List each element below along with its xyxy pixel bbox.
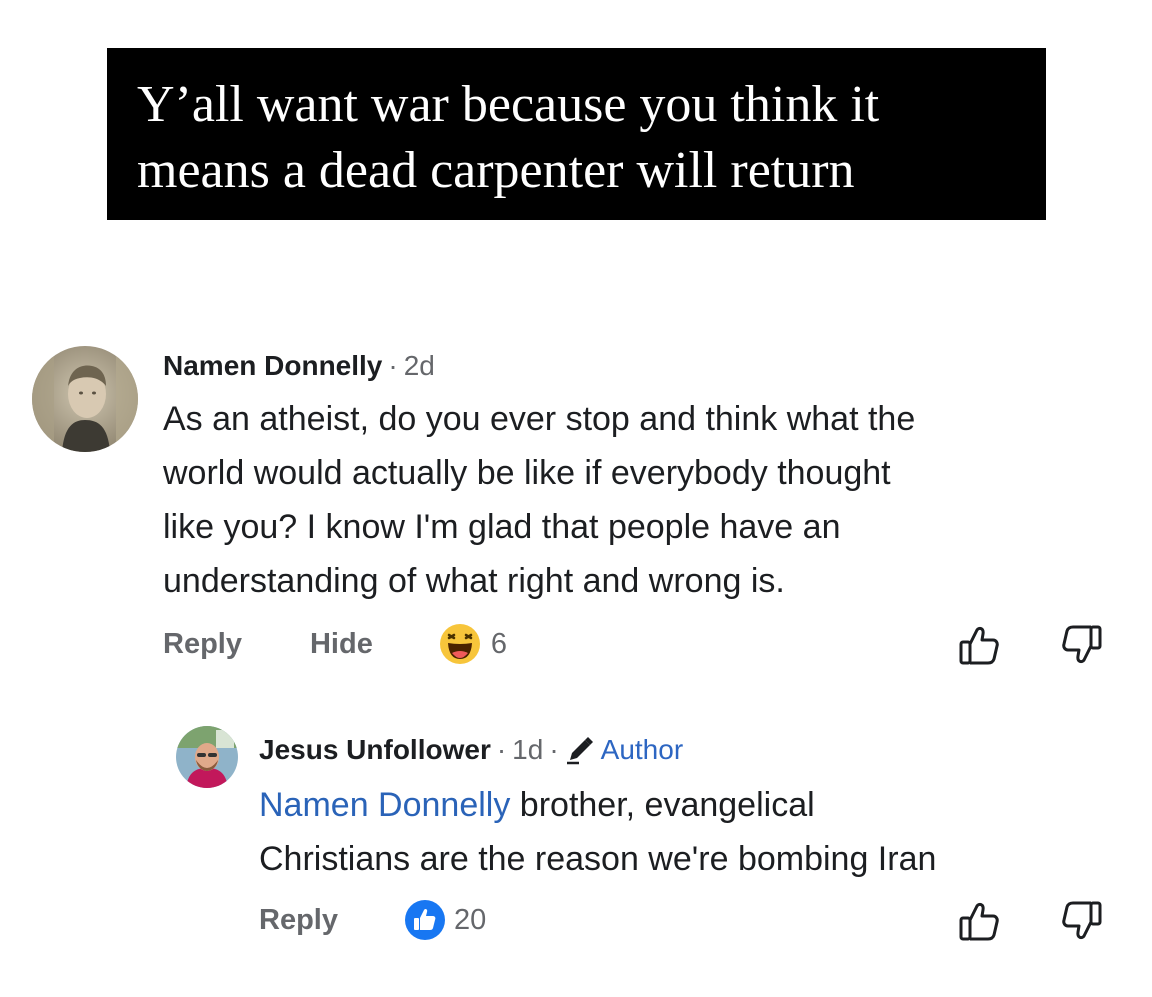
post-image: Y’all want war because you think it mean… [107, 48, 1046, 220]
page: Y’all want war because you think it mean… [0, 0, 1152, 997]
meta-separator: · [549, 734, 559, 765]
reply-author[interactable]: Jesus Unfollower [259, 734, 491, 766]
reaction-count: 20 [453, 903, 487, 936]
post-text: Y’all want war because you think it mean… [137, 76, 880, 199]
thumbs-up-icon[interactable] [958, 624, 1000, 671]
pencil-icon [565, 735, 595, 765]
comment-meta: Namen Donnelly · 2d [163, 346, 435, 386]
hide-button[interactable]: Hide [310, 628, 373, 661]
author-badge-label: Author [600, 734, 684, 765]
reaction-count: 6 [490, 627, 507, 660]
comment-time[interactable]: 2d [404, 350, 435, 382]
thumbs-down-icon[interactable] [1061, 900, 1103, 947]
author-badge: Author [565, 734, 684, 766]
reply-meta: Jesus Unfollower · 1d · Author [259, 730, 683, 770]
reply-text: brother, evangelical [510, 786, 815, 824]
avatar[interactable] [176, 726, 238, 788]
comment-author[interactable]: Namen Donnelly [163, 350, 382, 382]
thumbs-up-icon[interactable] [958, 900, 1000, 947]
meta-separator: · [496, 734, 507, 765]
mention-link[interactable]: Namen Donnelly [259, 786, 510, 824]
meta-separator: · [388, 350, 398, 381]
reply-button[interactable]: Reply [259, 904, 338, 937]
comment-body: As an atheist, do you ever stop and thin… [163, 400, 916, 600]
reply-time[interactable]: 1d [512, 734, 543, 766]
like-icon[interactable] [404, 899, 446, 941]
reply-body: Namen Donnelly brother, evangelical Chri… [259, 778, 1139, 886]
reply-actions: Reply 20 [259, 898, 486, 942]
thumbs-down-icon[interactable] [1061, 624, 1103, 671]
avatar[interactable] [32, 346, 138, 452]
reply-button[interactable]: Reply [163, 628, 242, 661]
reply-text: Christians are the reason we're bombing … [259, 840, 937, 878]
haha-emoji-icon[interactable] [439, 623, 481, 665]
comment-actions: Reply Hide 6 [163, 622, 507, 666]
